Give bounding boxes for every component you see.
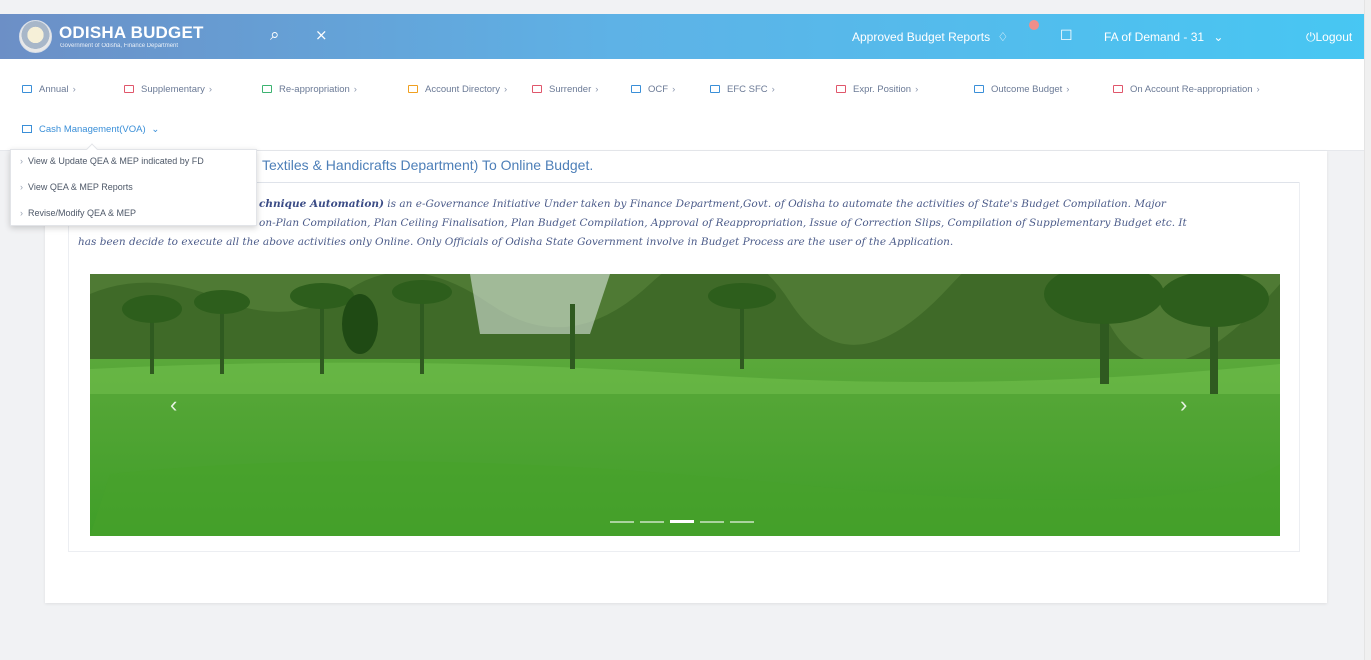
top-bar: ODISHA BUDGET Government of Odisha, Fina…: [0, 14, 1371, 59]
module-icon: [631, 85, 641, 93]
nav-item-account-directory[interactable]: Account Directory ›: [408, 84, 507, 95]
carousel-indicator-active[interactable]: [670, 520, 694, 523]
carousel-next-icon[interactable]: ›: [1180, 392, 1187, 418]
nav-item-label: Outcome Budget: [991, 84, 1063, 95]
nav-item-on-account-re-appropriation[interactable]: On Account Re-appropriation ›: [1113, 84, 1260, 95]
odisha-seal-logo[interactable]: [19, 20, 52, 53]
dropdown-item-view-update-qea[interactable]: View & Update QEA & MEP indicated by FD: [20, 156, 204, 166]
module-icon: [124, 85, 134, 93]
module-icon: [532, 85, 542, 93]
nav-item-label: Re-appropriation: [279, 84, 350, 95]
module-icon: [974, 85, 984, 93]
chevron-down-icon: ⌄: [1213, 30, 1224, 44]
nav-item-outcome-budget[interactable]: Outcome Budget ›: [974, 84, 1069, 95]
chevron-right-icon: ›: [208, 84, 213, 95]
logout-button[interactable]: ⏻Logout: [1306, 30, 1352, 45]
nav-item-label: Surrender: [549, 84, 592, 95]
nav-item-label: EFC SFC: [727, 84, 768, 95]
chevron-right-icon: ›: [672, 84, 676, 95]
chevron-right-icon: ›: [353, 84, 357, 95]
nav-item-cash-management[interactable]: Cash Management(VOA) ⌄: [22, 124, 159, 135]
cash-management-dropdown: View & Update QEA & MEP indicated by FD …: [10, 149, 257, 226]
chevron-right-icon: ›: [72, 84, 76, 95]
carousel-indicator[interactable]: [700, 521, 724, 523]
chevron-right-icon: ›: [595, 84, 599, 95]
image-carousel: ‹ ›: [90, 274, 1280, 536]
module-icon: [836, 85, 846, 93]
page-scrollbar[interactable]: [1364, 0, 1371, 660]
intro-paragraph: chnique Automation) is an e-Governance I…: [78, 195, 1300, 252]
logout-label: Logout: [1315, 30, 1353, 44]
dropdown-item-revise-qea[interactable]: Revise/Modify QEA & MEP: [20, 208, 136, 218]
nav-item-label: OCF: [648, 84, 669, 95]
nav-item-annual[interactable]: Annual ›: [22, 84, 76, 95]
carousel-indicators: [610, 510, 760, 528]
module-icon: [22, 85, 32, 93]
carousel-indicator[interactable]: [640, 521, 664, 523]
nav-item-surrender[interactable]: Surrender ›: [532, 84, 598, 95]
nav-item-label: Account Directory: [425, 84, 500, 95]
nav-item-supplementary[interactable]: Supplementary ›: [124, 84, 212, 95]
module-icon: [1113, 85, 1123, 93]
carousel-prev-icon[interactable]: ‹: [170, 392, 177, 418]
approved-budget-reports-label: Approved Budget Reports: [852, 30, 991, 44]
brand-title[interactable]: ODISHA BUDGET: [59, 23, 204, 43]
nav-item-re-appropriation[interactable]: Re-appropriation ›: [262, 84, 357, 95]
nav-item-efc-sfc[interactable]: EFC SFC ›: [710, 84, 775, 95]
notification-badge: [1029, 20, 1039, 30]
nav-item-expr-position[interactable]: Expr. Position ›: [836, 84, 918, 95]
paddy-field-image: [90, 274, 1280, 536]
nav-item-label: On Account Re-appropriation: [1130, 84, 1253, 95]
nav-item-label: Cash Management(VOA): [39, 124, 146, 135]
user-menu-label: FA of Demand - 31: [1104, 30, 1205, 44]
brand-subtitle: Government of Odisha, Finance Department: [60, 43, 179, 49]
intro-line-1: is an e-Governance Initiative Under take…: [383, 198, 1166, 210]
approved-budget-reports-link[interactable]: Approved Budget Reports ♢: [852, 30, 1008, 44]
carousel-indicator[interactable]: [730, 521, 754, 523]
chevron-right-icon: ›: [1256, 84, 1260, 95]
module-icon: [262, 85, 272, 93]
nav-item-label: Expr. Position: [853, 84, 912, 95]
chevron-right-icon: ›: [771, 84, 775, 95]
nav-item-label: Annual: [39, 84, 69, 95]
chevron-right-icon: ›: [915, 84, 919, 95]
dropdown-item-view-qea-reports[interactable]: View QEA & MEP Reports: [20, 182, 133, 192]
chevron-right-icon: ›: [1066, 84, 1070, 95]
nav-item-ocf[interactable]: OCF ›: [631, 84, 675, 95]
user-menu[interactable]: FA of Demand - 31 ⌄: [1104, 30, 1223, 44]
intro-bold: chnique Automation): [259, 198, 384, 210]
notification-icon[interactable]: ☐: [1060, 27, 1073, 44]
carousel-indicator[interactable]: [610, 521, 634, 523]
nav-item-label: Supplementary: [141, 84, 205, 95]
module-icon: [22, 125, 32, 133]
search-icon[interactable]: ⌕: [270, 25, 280, 45]
power-icon: ⏻: [1306, 30, 1316, 44]
module-nav: Annual › Supplementary › Re-appropriation › Ac…: [0, 59, 1371, 151]
intro-line-3: has been decide to execute all the above…: [78, 236, 954, 248]
module-icon: [710, 85, 720, 93]
module-icon: [408, 85, 418, 93]
welcome-heading: Textiles & Handicrafts Department) To On…: [262, 157, 594, 173]
chevron-right-icon: ›: [503, 84, 508, 95]
chevron-down-icon: ⌄: [151, 124, 160, 135]
fullscreen-icon[interactable]: ⨯: [315, 26, 328, 44]
intro-line-2: on-Plan Compilation, Plan Ceiling Finali…: [259, 217, 1187, 229]
bell-icon: ♢: [997, 30, 1009, 44]
